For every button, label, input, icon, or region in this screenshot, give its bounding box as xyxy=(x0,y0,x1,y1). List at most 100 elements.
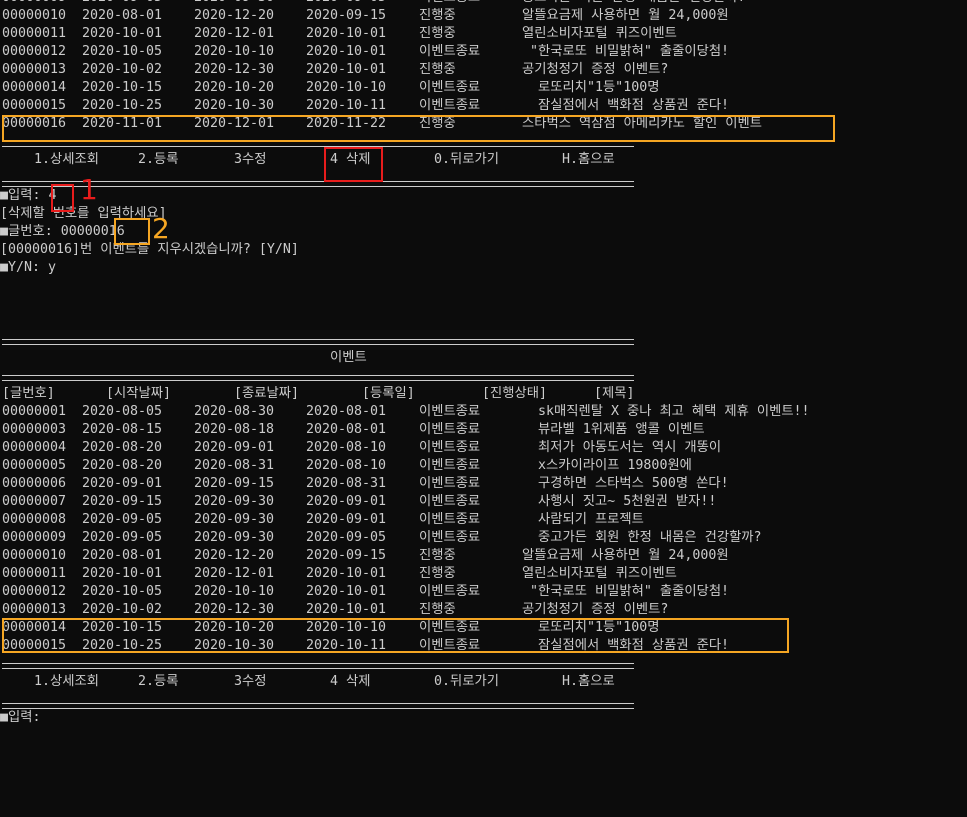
cell-post-no: 00000014 xyxy=(2,80,67,95)
table-row: 00000008 2020-09-05 2020-09-30 2020-09-01 이벤… xyxy=(0,511,967,529)
separator xyxy=(0,367,967,385)
separator xyxy=(0,655,967,673)
menu-back[interactable]: 0.뒤로가기 xyxy=(434,151,499,169)
table-row: 00000012 2020-10-05 2020-10-10 2020-10-01 이벤… xyxy=(0,583,967,601)
yn-line: ■Y/N: y xyxy=(0,259,967,277)
cell-reg-date: 2020-10-01 xyxy=(306,26,387,41)
cell-status: 진행중 xyxy=(419,602,456,617)
table-row: 00000015 2020-10-25 2020-10-30 2020-10-11 이벤… xyxy=(0,97,967,115)
table-row: 00000009 2020-09-05 2020-09-30 2020-09-05 이벤… xyxy=(0,0,967,7)
cell-title: 공기청정기 증정 이벤트? xyxy=(522,602,669,617)
cell-title: 알뜰요금제 사용하면 월 24,000원 xyxy=(522,548,729,563)
menu-detail[interactable]: 1.상세조회 xyxy=(34,673,99,691)
cell-title: 잠실점에서 백화점 상품권 준다! xyxy=(522,98,730,113)
table-row: 00000010 2020-08-01 2020-12-20 2020-09-15 진행… xyxy=(0,547,967,565)
table-row: 00000013 2020-10-02 2020-12-30 2020-10-01 진행… xyxy=(0,61,967,79)
cell-reg-date: 2020-08-10 xyxy=(306,458,387,473)
cell-reg-date: 2020-10-01 xyxy=(306,584,387,599)
menu-register[interactable]: 2.등록 xyxy=(138,151,178,169)
cell-status: 이벤트종료 xyxy=(419,458,481,473)
cell-reg-date: 2020-09-05 xyxy=(306,530,387,545)
cell-title: 열린소비자포털 퀴즈이벤트 xyxy=(522,566,677,581)
header-start-date: [시작날짜] xyxy=(106,386,171,401)
input-label: ■입력: xyxy=(0,188,49,203)
cell-end-date: 2020-10-10 xyxy=(194,44,275,59)
bottom-input-prompt[interactable]: ■입력: xyxy=(0,709,967,727)
cell-end-date: 2020-08-31 xyxy=(194,458,275,473)
cell-status: 이벤트종료 xyxy=(419,80,481,95)
cell-post-no: 00000013 xyxy=(2,602,67,617)
cell-start-date: 2020-08-15 xyxy=(82,422,163,437)
cell-start-date: 2020-10-05 xyxy=(82,584,163,599)
cell-reg-date: 2020-10-01 xyxy=(306,566,387,581)
table-row: 00000005 2020-08-20 2020-08-31 2020-08-10 이벤… xyxy=(0,457,967,475)
cell-status: 이벤트종료 xyxy=(419,512,481,527)
cell-post-no: 00000010 xyxy=(2,8,67,23)
cell-title: "한국로또 비밀밝혀" 출줄이당첨! xyxy=(522,584,730,599)
cell-post-no: 00000015 xyxy=(2,98,67,113)
yn-value[interactable]: y xyxy=(48,260,56,275)
cell-reg-date: 2020-08-01 xyxy=(306,404,387,419)
menu-delete[interactable]: 4 삭제 xyxy=(330,673,370,691)
cell-title: 알뜰요금제 사용하면 월 24,000원 xyxy=(522,8,729,23)
cell-status: 진행중 xyxy=(419,8,456,23)
cell-end-date: 2020-12-01 xyxy=(194,26,275,41)
cell-post-no: 00000001 xyxy=(2,404,67,419)
cell-status: 진행중 xyxy=(419,26,456,41)
cell-reg-date: 2020-10-11 xyxy=(306,98,387,113)
cell-reg-date: 2020-08-31 xyxy=(306,476,387,491)
menu-edit[interactable]: 3수정 xyxy=(234,673,266,691)
cell-post-no: 00000012 xyxy=(2,44,67,59)
cell-status: 진행중 xyxy=(419,548,456,563)
cell-post-no: 00000009 xyxy=(2,0,66,7)
cell-status: 이벤트종료 xyxy=(419,422,481,437)
cell-title: 사행시 짓고~ 5천원권 받자!! xyxy=(522,494,717,509)
cell-status: 이벤트종료 xyxy=(419,440,481,455)
table-row: 00000003 2020-08-15 2020-08-18 2020-08-01 이벤… xyxy=(0,421,967,439)
delete-menu-marker xyxy=(324,147,383,182)
cell-reg-date: 2020-10-01 xyxy=(306,602,387,617)
cell-post-no: 00000012 xyxy=(2,584,67,599)
separator xyxy=(0,691,967,709)
cell-reg-date: 2020-09-01 xyxy=(306,494,387,509)
cell-reg-date: 2020-10-10 xyxy=(306,80,387,95)
annotation-step-1: 1 xyxy=(80,173,98,206)
cell-status: 이벤트종료 xyxy=(419,476,481,491)
menu-register[interactable]: 2.등록 xyxy=(138,673,178,691)
header-status: [진행상태] xyxy=(482,386,547,401)
cell-post-no: 00000011 xyxy=(2,26,67,41)
input-marker xyxy=(51,184,74,212)
header-post-no: [글번호] xyxy=(2,386,55,401)
table-row: 00000014 2020-10-15 2020-10-20 2020-10-10 이벤… xyxy=(0,79,967,97)
cell-title: 최저가 아동도서는 역시 개똥이 xyxy=(522,440,722,455)
cell-status: 진행중 xyxy=(419,566,456,581)
menu-detail[interactable]: 1.상세조회 xyxy=(34,151,99,169)
cell-status: 이벤트종료 xyxy=(419,0,480,7)
menu-back[interactable]: 0.뒤로가기 xyxy=(434,673,499,691)
cell-post-no: 00000007 xyxy=(2,494,67,509)
yn-label: ■Y/N: xyxy=(0,260,49,275)
menu-home[interactable]: H.홈으로 xyxy=(562,673,615,691)
table-row: 00000012 2020-10-05 2020-10-10 2020-10-01 이벤… xyxy=(0,43,967,61)
menu-bar-top: 1.상세조회 2.등록 3수정 4 삭제 0.뒤로가기 H.홈으로 xyxy=(0,151,967,169)
cell-end-date: 2020-12-30 xyxy=(194,62,275,77)
table-row: 00000007 2020-09-15 2020-09-30 2020-09-01 이벤… xyxy=(0,493,967,511)
cell-status: 진행중 xyxy=(419,62,456,77)
cell-end-date: 2020-09-30 xyxy=(194,0,274,7)
separator xyxy=(0,169,967,187)
section-title-line: 이벤트 xyxy=(0,349,967,367)
cell-post-no: 00000008 xyxy=(2,512,67,527)
annotation-step-2: 2 xyxy=(152,212,170,245)
cell-post-no: 00000003 xyxy=(2,422,67,437)
cell-status: 이벤트종료 xyxy=(419,404,481,419)
cell-post-no: 00000011 xyxy=(2,566,67,581)
header-end-date: [종료날짜] xyxy=(234,386,299,401)
cell-title: 사람되기 프로젝트 xyxy=(522,512,644,527)
cell-post-no: 00000009 xyxy=(2,530,67,545)
cell-start-date: 2020-10-05 xyxy=(82,44,163,59)
section-title: 이벤트 xyxy=(330,350,367,365)
menu-edit[interactable]: 3수정 xyxy=(234,151,266,169)
menu-home[interactable]: H.홈으로 xyxy=(562,151,615,169)
cell-reg-date: 2020-09-05 xyxy=(306,0,386,7)
cell-start-date: 2020-10-01 xyxy=(82,566,163,581)
